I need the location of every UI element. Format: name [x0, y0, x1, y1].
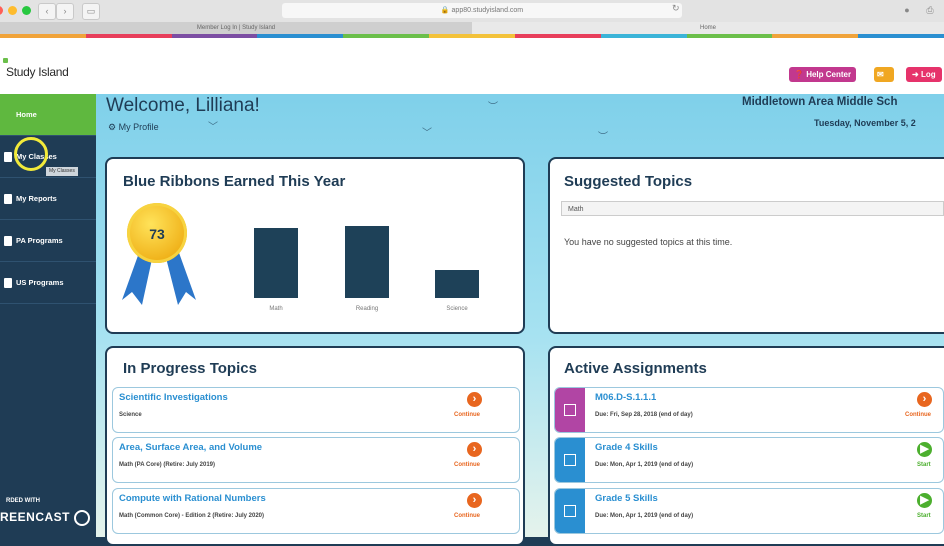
my-classes-tooltip: My Classes: [46, 167, 78, 176]
bar-reading: [345, 226, 389, 298]
mail-icon: ✉: [877, 70, 884, 79]
in-progress-topic-row[interactable]: Scientific Investigations Science › Continu…: [112, 387, 520, 433]
bird-icon: ︶: [598, 132, 608, 143]
assignment-due-date: Due: Mon, Apr 1, 2019 (end of day): [595, 462, 694, 468]
gear-icon: ⚙: [108, 122, 117, 132]
assignment-due-date: Due: Mon, Apr 1, 2019 (end of day): [595, 513, 694, 519]
sidebar-toggle-icon[interactable]: ▭: [82, 3, 100, 20]
continue-link[interactable]: Continue: [454, 513, 480, 519]
current-date: Tuesday, November 5, 2: [814, 118, 916, 128]
window-controls: [0, 6, 31, 15]
assignment-row[interactable]: M06.D-S.1.1.1 Due: Fri, Sep 28, 2018 (end…: [554, 387, 944, 433]
bar-label-reading: Reading: [355, 306, 379, 312]
reload-icon[interactable]: ↻: [672, 3, 680, 14]
sidebar-item-pa-programs[interactable]: PA Programs: [0, 220, 96, 262]
ribbon-total: 73: [149, 226, 165, 242]
back-button[interactable]: ‹: [38, 3, 56, 20]
bar-science: [435, 270, 479, 298]
messages-button[interactable]: ✉: [874, 67, 894, 82]
continue-link[interactable]: Continue: [454, 412, 480, 418]
bar-label-science: Science: [446, 306, 468, 312]
assignment-title[interactable]: Grade 5 Skills: [595, 493, 658, 504]
reports-icon: [4, 194, 12, 204]
subject-select[interactable]: Math: [561, 201, 944, 216]
screencast-logo-icon: [73, 510, 90, 526]
assignment-list-icon: [555, 438, 585, 482]
tab-strip: Member Log In | Study Island Home: [0, 22, 944, 34]
minimize-window-button[interactable]: [8, 6, 17, 15]
blue-ribbons-title: Blue Ribbons Earned This Year: [123, 173, 346, 190]
assignment-title[interactable]: M06.D-S.1.1.1: [595, 392, 656, 403]
sidebar-item-us-programs[interactable]: US Programs: [0, 262, 96, 304]
continue-arrow-icon[interactable]: ›: [917, 392, 932, 407]
in-progress-topic-row[interactable]: Area, Surface Area, and Volume Math (PA C…: [112, 437, 520, 483]
logout-icon: ➜: [912, 70, 919, 79]
tab-member-login[interactable]: Member Log In | Study Island: [0, 22, 472, 34]
bar-label-math: Math: [269, 306, 283, 312]
assignment-row[interactable]: Grade 5 Skills Due: Mon, Apr 1, 2019 (end…: [554, 488, 944, 534]
topic-title[interactable]: Compute with Rational Numbers: [119, 493, 266, 504]
address-bar[interactable]: 🔒 app80.studyisland.com: [282, 3, 682, 18]
forward-button[interactable]: ›: [56, 3, 74, 20]
assignment-title[interactable]: Grade 4 Skills: [595, 442, 658, 453]
us-programs-icon: [4, 278, 12, 288]
topic-subject: Math (Common Core) - Edition 2 (Retire: …: [119, 513, 265, 519]
share-icon[interactable]: ⎙: [922, 3, 938, 18]
in-progress-title: In Progress Topics: [123, 360, 257, 377]
lock-icon: 🔒: [440, 7, 450, 14]
continue-arrow-icon[interactable]: ›: [467, 392, 482, 407]
pa-programs-icon: [4, 236, 12, 246]
continue-arrow-icon[interactable]: ›: [467, 493, 482, 508]
bird-icon: ﹀: [208, 122, 218, 133]
study-island-logo[interactable]: Study Island: [2, 58, 69, 79]
bird-icon: ︶: [488, 102, 498, 113]
active-assignments-title: Active Assignments: [564, 360, 707, 377]
school-name: Middletown Area Middle Sch: [742, 96, 898, 108]
welcome-heading: Welcome, Lilliana!: [106, 95, 260, 116]
site-header: [0, 38, 944, 94]
assignment-list-icon: [555, 489, 585, 533]
help-icon: ❓: [794, 70, 804, 79]
browser-toolbar: ‹ › ▭ 🔒 app80.studyisland.com ↻ ● ⎙: [0, 0, 944, 22]
my-profile-link[interactable]: ⚙ My Profile: [108, 122, 159, 133]
no-suggestions-text: You have no suggested topics at this tim…: [564, 237, 733, 247]
cursor-highlight-ring: [14, 137, 48, 171]
extension-icon[interactable]: ●: [899, 3, 915, 18]
topic-title[interactable]: Area, Surface Area, and Volume: [119, 442, 262, 453]
url-text: app80.studyisland.com: [451, 7, 524, 14]
topic-subject: Science: [119, 412, 142, 418]
screencast-watermark: REENCAST: [0, 510, 90, 526]
start-link[interactable]: Start: [917, 462, 931, 468]
zoom-window-button[interactable]: [22, 6, 31, 15]
bird-icon: ﹀: [422, 128, 432, 139]
recorded-with-text: RDED WITH: [6, 498, 40, 504]
start-play-icon[interactable]: ▶: [917, 442, 932, 457]
in-progress-topic-row[interactable]: Compute with Rational Numbers Math (Commo…: [112, 488, 520, 534]
help-center-button[interactable]: ❓ Help Center: [789, 67, 857, 82]
topic-title[interactable]: Scientific Investigations: [119, 392, 228, 403]
topic-subject: Math (PA Core) (Retire: July 2019): [119, 462, 216, 468]
suggested-topics-title: Suggested Topics: [564, 173, 693, 190]
close-window-button[interactable]: [0, 6, 3, 15]
sidebar-item-home[interactable]: Home: [0, 94, 96, 136]
continue-link[interactable]: Continue: [454, 462, 480, 468]
continue-arrow-icon[interactable]: ›: [467, 442, 482, 457]
bar-math: [254, 228, 298, 298]
assignment-list-icon: [555, 388, 585, 432]
classes-icon: [4, 152, 12, 162]
assignment-row[interactable]: Grade 4 Skills Due: Mon, Apr 1, 2019 (end…: [554, 437, 944, 483]
sidebar-item-my-reports[interactable]: My Reports: [0, 178, 96, 220]
start-link[interactable]: Start: [917, 513, 931, 519]
assignment-due-date: Due: Fri, Sep 28, 2018 (end of day): [595, 412, 693, 418]
continue-link[interactable]: Continue: [905, 412, 931, 418]
tab-home[interactable]: Home: [472, 22, 944, 34]
logout-button[interactable]: ➜ Log: [906, 67, 942, 82]
start-play-icon[interactable]: ▶: [917, 493, 932, 508]
